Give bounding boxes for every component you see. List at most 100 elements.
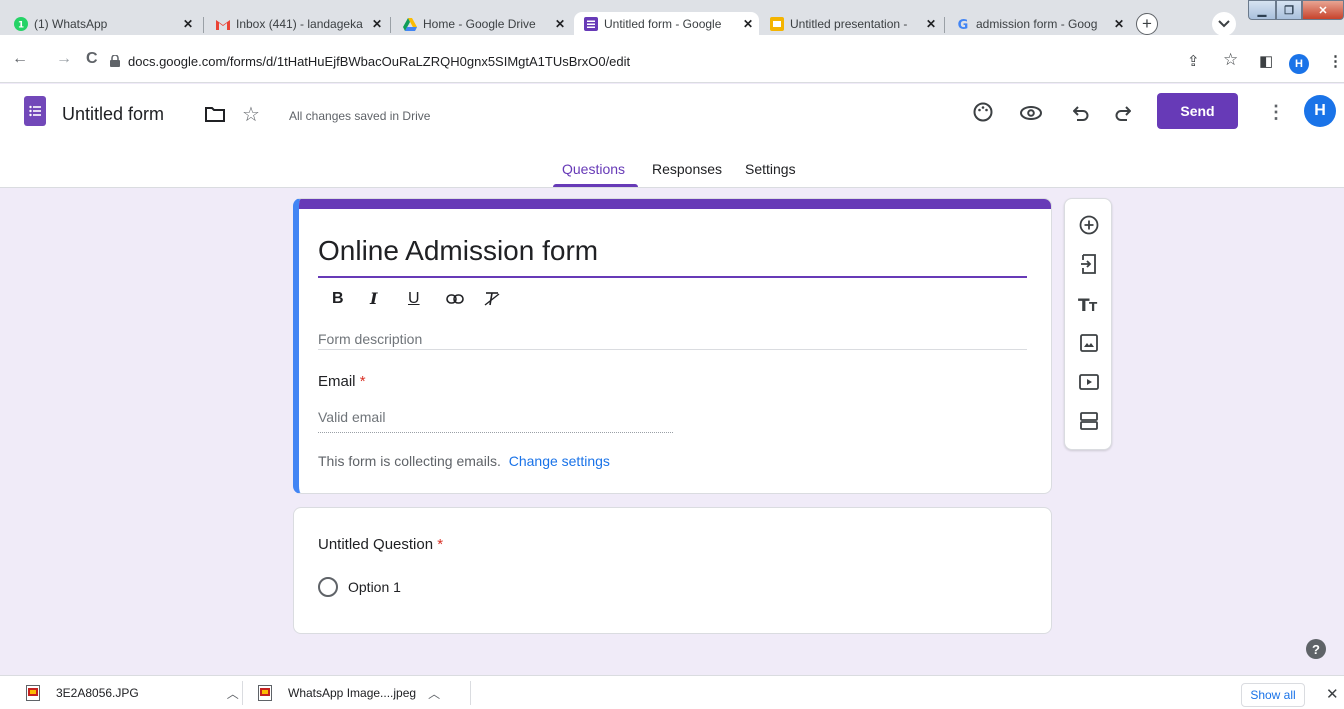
browser-profile-avatar[interactable]: H — [1289, 54, 1309, 74]
change-settings-link[interactable]: Change settings — [509, 453, 610, 469]
add-image-button[interactable] — [1077, 331, 1101, 355]
send-button[interactable]: Send — [1157, 93, 1238, 129]
tab-admission-form-search[interactable]: G admission form - Goog ✕ — [946, 13, 1130, 35]
folder-icon[interactable] — [205, 106, 225, 122]
minimize-icon: ▁ — [1257, 4, 1267, 17]
redo-icon[interactable] — [1115, 105, 1131, 121]
help-button[interactable]: ? — [1306, 639, 1326, 659]
close-icon[interactable]: ✕ — [1326, 685, 1339, 703]
add-section-icon — [1080, 412, 1098, 430]
palette-icon[interactable] — [973, 102, 993, 122]
tab-separator — [390, 17, 391, 33]
underline-icon[interactable]: U — [408, 290, 446, 308]
collecting-emails-notice: This form is collecting emails. Change s… — [318, 453, 610, 469]
share-icon[interactable]: ⇪ — [1187, 52, 1200, 70]
option-label[interactable]: Option 1 — [348, 579, 401, 595]
form-title-card[interactable]: Online Admission form B I U Form descrip… — [293, 198, 1052, 494]
address-bar[interactable]: docs.google.com/forms/d/1tHatHuEjfBWbacO… — [110, 49, 1110, 73]
forward-arrow-icon[interactable]: → — [56, 50, 72, 68]
tab-untitled-form[interactable]: Untitled form - Google ✕ — [574, 12, 759, 35]
tab-questions[interactable]: Questions — [562, 161, 625, 177]
tab-settings[interactable]: Settings — [745, 161, 796, 177]
forms-icon — [584, 16, 598, 31]
more-options-icon[interactable]: ⋮ — [1267, 102, 1285, 123]
avatar[interactable]: H — [1304, 95, 1336, 127]
clear-formatting-icon[interactable] — [484, 291, 522, 307]
form-title[interactable]: Untitled form — [62, 104, 164, 125]
text-format-toolbar: B I U — [332, 289, 522, 308]
reload-icon[interactable]: C — [86, 50, 98, 68]
download-item[interactable]: WhatsApp Image....jpeg ︿ — [258, 676, 440, 709]
tab-responses[interactable]: Responses — [652, 161, 722, 177]
tab-separator — [203, 17, 204, 33]
google-icon: G — [956, 17, 970, 31]
tab-gmail[interactable]: Inbox (441) - landageka ✕ — [206, 13, 388, 35]
download-shelf: 3E2A8056.JPG ︿ WhatsApp Image....jpeg ︿ … — [0, 675, 1344, 709]
close-icon[interactable]: ✕ — [183, 17, 193, 31]
required-asterisk: * — [359, 373, 366, 390]
close-icon[interactable]: ✕ — [1114, 17, 1124, 31]
google-forms-logo-icon[interactable] — [24, 96, 46, 126]
tab-title: (1) WhatsApp — [34, 17, 108, 31]
add-video-button[interactable] — [1077, 370, 1101, 394]
avatar-initial: H — [1314, 102, 1326, 119]
undo-icon[interactable] — [1073, 105, 1089, 121]
new-tab-button[interactable]: + — [1136, 13, 1158, 35]
close-icon[interactable]: ✕ — [372, 17, 382, 31]
chevron-up-icon[interactable]: ︿ — [227, 685, 239, 702]
close-icon[interactable]: ✕ — [926, 17, 936, 31]
import-questions-button[interactable] — [1077, 252, 1101, 276]
chevron-up-icon[interactable]: ︿ — [428, 685, 440, 702]
maximize-window-button[interactable]: ❐ — [1276, 0, 1302, 20]
question-card[interactable]: Untitled Question * Option 1 — [293, 507, 1052, 634]
svg-text:1: 1 — [18, 21, 24, 31]
side-panel-icon[interactable]: ◧ — [1259, 52, 1273, 70]
minimize-window-button[interactable]: ▁ — [1248, 0, 1276, 20]
browser-tab-strip: 1 (1) WhatsApp ✕ Inbox (441) - landageka… — [0, 0, 1344, 36]
bookmark-star-icon[interactable]: ☆ — [1223, 50, 1238, 70]
add-title-button[interactable]: TT — [1077, 292, 1101, 316]
back-arrow-icon[interactable]: ← — [12, 50, 28, 68]
forms-header: Untitled form ☆ All changes saved in Dri… — [0, 84, 1344, 188]
add-video-icon — [1079, 374, 1099, 390]
tab-whatsapp[interactable]: 1 (1) WhatsApp ✕ — [4, 13, 199, 35]
card-accent-bar — [299, 199, 1051, 209]
tab-title: Untitled presentation - — [790, 17, 908, 31]
bold-icon[interactable]: B — [332, 290, 370, 308]
option-row[interactable]: Option 1 — [318, 577, 401, 597]
question-title-text: Untitled Question — [318, 536, 434, 553]
save-status: All changes saved in Drive — [289, 109, 431, 123]
download-file-name: WhatsApp Image....jpeg — [288, 686, 417, 700]
italic-icon[interactable]: I — [370, 289, 408, 308]
add-question-button[interactable] — [1077, 213, 1101, 237]
tab-title: admission form - Goog — [976, 17, 1098, 31]
add-image-icon — [1080, 334, 1098, 352]
add-question-icon — [1079, 215, 1099, 235]
close-icon[interactable]: ✕ — [743, 17, 753, 31]
tab-untitled-presentation[interactable]: Untitled presentation - ✕ — [760, 13, 942, 35]
close-window-button[interactable]: ✕ — [1302, 0, 1344, 20]
form-heading[interactable]: Online Admission form — [318, 235, 598, 267]
preview-eye-icon[interactable] — [1020, 106, 1042, 120]
show-all-downloads-button[interactable]: Show all — [1241, 683, 1305, 707]
tab-title: Untitled form - Google — [604, 16, 722, 31]
tab-google-drive[interactable]: Home - Google Drive ✕ — [393, 13, 571, 35]
form-description-input[interactable]: Form description — [318, 331, 422, 347]
download-item[interactable]: 3E2A8056.JPG ︿ — [26, 676, 239, 709]
import-questions-icon — [1081, 254, 1096, 274]
radio-button[interactable] — [318, 577, 338, 597]
gmail-icon — [216, 17, 230, 31]
question-title[interactable]: Untitled Question * — [318, 536, 443, 553]
slides-icon — [770, 17, 784, 31]
star-icon[interactable]: ☆ — [242, 102, 260, 127]
plus-icon: + — [1142, 14, 1152, 33]
tab-title: Inbox (441) - landageka — [236, 17, 363, 31]
add-section-button[interactable] — [1077, 409, 1101, 433]
email-label-text: Email — [318, 373, 356, 390]
link-icon[interactable] — [446, 291, 484, 307]
image-file-icon — [258, 685, 272, 701]
tab-search-button[interactable] — [1212, 12, 1236, 36]
email-field[interactable]: Valid email — [318, 409, 385, 425]
close-icon[interactable]: ✕ — [555, 17, 565, 31]
browser-menu-icon[interactable]: ⋮ — [1328, 52, 1343, 70]
